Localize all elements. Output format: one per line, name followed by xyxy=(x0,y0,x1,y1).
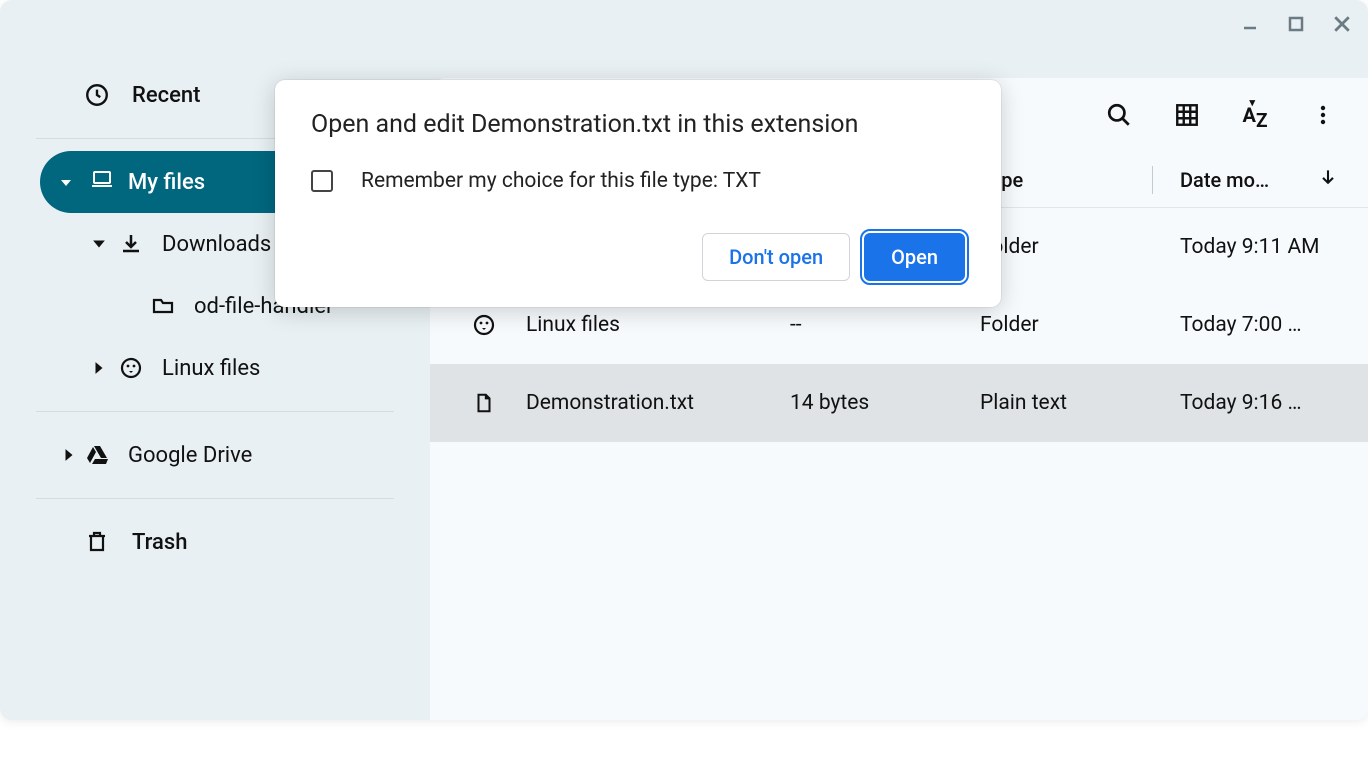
button-label: Open xyxy=(891,245,938,269)
remember-choice-row[interactable]: Remember my choice for this file type: T… xyxy=(311,169,965,193)
button-label: Don't open xyxy=(729,245,823,269)
open-file-dialog: Open and edit Demonstration.txt in this … xyxy=(275,80,1001,307)
open-button[interactable]: Open xyxy=(864,233,965,281)
dialog-actions: Don't open Open xyxy=(311,233,965,281)
app-window: Recent My files Downloads xyxy=(0,0,1368,720)
dont-open-button[interactable]: Don't open xyxy=(702,233,850,281)
dialog-overlay: Open and edit Demonstration.txt in this … xyxy=(0,0,1368,720)
dialog-title: Open and edit Demonstration.txt in this … xyxy=(311,110,965,139)
remember-checkbox[interactable] xyxy=(311,170,333,192)
remember-label: Remember my choice for this file type: T… xyxy=(361,169,761,193)
